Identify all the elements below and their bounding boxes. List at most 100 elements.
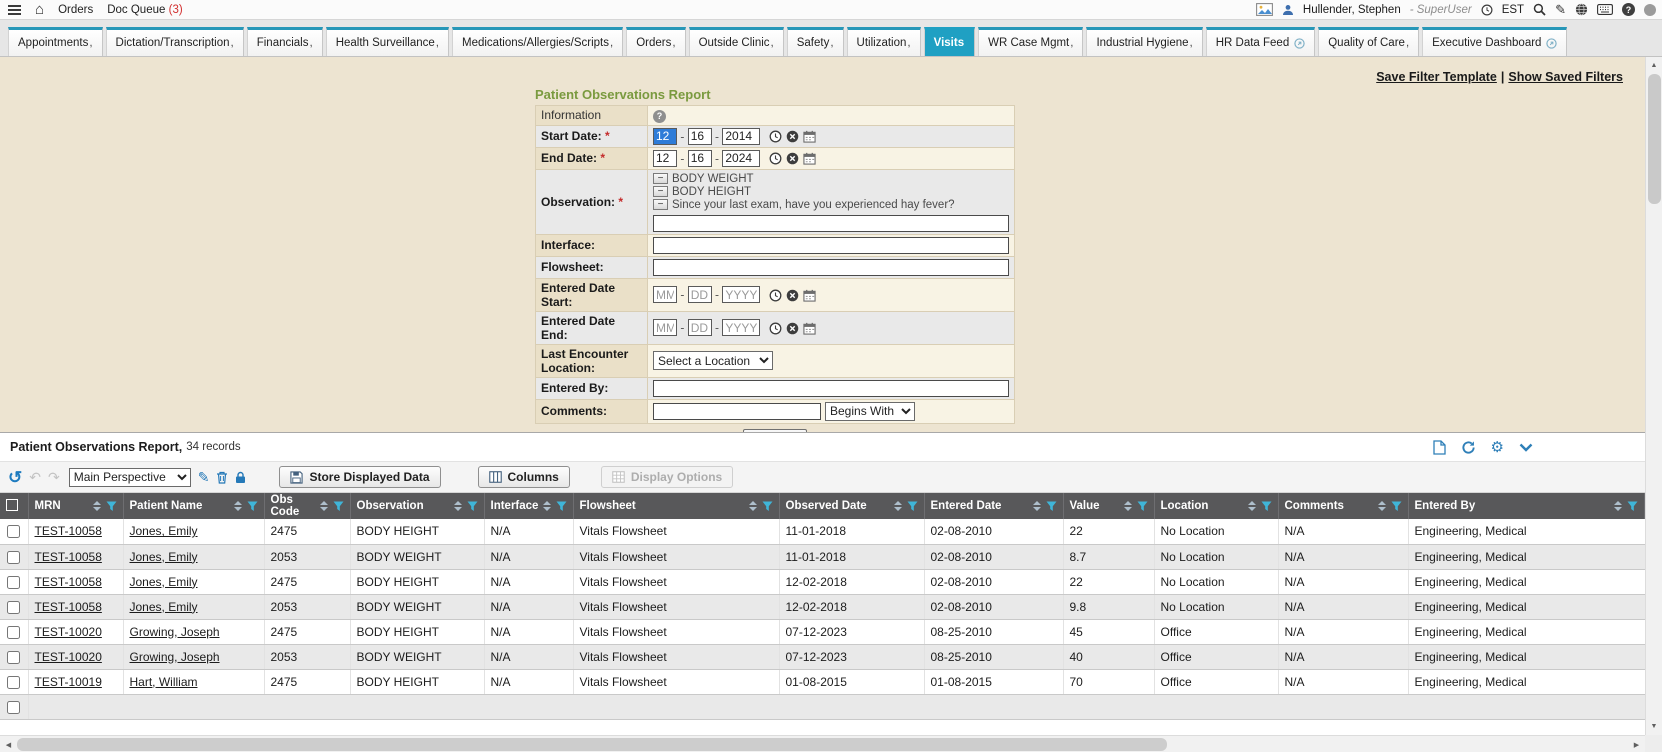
doc-queue-link[interactable]: Doc Queue (3) (107, 4, 182, 16)
mrn-link[interactable]: TEST-10058 (35, 550, 102, 564)
remove-observation-button[interactable]: − (653, 186, 668, 197)
undo-icon[interactable]: ↶ (29, 470, 41, 484)
current-time-icon[interactable] (769, 322, 782, 335)
flowsheet-input[interactable] (653, 259, 1009, 276)
filter-funnel-icon[interactable] (907, 501, 918, 512)
horizontal-scrollbar[interactable]: ◀ ▶ (0, 735, 1645, 752)
sort-icon[interactable] (1248, 501, 1256, 511)
help-icon[interactable]: ? (1622, 3, 1635, 16)
column-header[interactable]: Patient Name (123, 493, 264, 519)
filter-funnel-icon[interactable] (333, 501, 344, 512)
columns-button[interactable]: Columns (478, 466, 570, 488)
mrn-link[interactable]: TEST-10058 (35, 524, 102, 538)
clear-date-icon[interactable] (786, 322, 799, 335)
sort-icon[interactable] (93, 501, 101, 511)
scroll-down-arrow[interactable]: ▼ (1646, 718, 1662, 735)
filter-funnel-icon[interactable] (247, 501, 258, 512)
patient-name-link[interactable]: Jones, Emily (130, 524, 198, 538)
sort-icon[interactable] (320, 501, 328, 511)
column-header[interactable]: Flowsheet (573, 493, 779, 519)
home-icon[interactable]: ⌂ (35, 2, 44, 17)
sort-icon[interactable] (1124, 501, 1132, 511)
row-checkbox[interactable] (7, 525, 20, 538)
patient-name-link[interactable]: Jones, Emily (130, 550, 198, 564)
scroll-right-arrow[interactable]: ▶ (1628, 736, 1645, 753)
clock-icon[interactable] (1481, 4, 1493, 16)
user-name[interactable]: Hullender, Stephen (1303, 4, 1401, 16)
row-checkbox[interactable] (7, 601, 20, 614)
column-header[interactable]: Location (1154, 493, 1278, 519)
tab[interactable]: Industrial Hygiene, (1086, 27, 1202, 56)
tab[interactable]: Health Surveillance, (326, 27, 449, 56)
mrn-link[interactable]: TEST-10019 (35, 675, 102, 689)
tab[interactable]: Executive Dashboard (1422, 27, 1567, 56)
mrn-link[interactable]: TEST-10058 (35, 600, 102, 614)
calendar-icon[interactable] (803, 130, 816, 143)
sort-icon[interactable] (454, 501, 462, 511)
mrn-link[interactable]: TEST-10058 (35, 575, 102, 589)
reset-icon[interactable]: ↺ (8, 469, 22, 486)
filter-funnel-icon[interactable] (1627, 501, 1638, 512)
search-icon[interactable] (1533, 3, 1546, 16)
remove-observation-button[interactable]: − (653, 199, 668, 210)
location-select[interactable]: Select a Location (653, 351, 773, 370)
column-header[interactable]: Value (1063, 493, 1154, 519)
tab[interactable]: Safety, (787, 27, 844, 56)
filter-funnel-icon[interactable] (106, 501, 117, 512)
mrn-link[interactable]: TEST-10020 (35, 650, 102, 664)
entered-date-end-month-input[interactable] (653, 319, 677, 336)
scroll-left-arrow[interactable]: ◀ (0, 736, 17, 753)
interface-input[interactable] (653, 237, 1009, 254)
column-header[interactable]: MRN (28, 493, 123, 519)
show-saved-filters-link[interactable]: Show Saved Filters (1508, 70, 1623, 84)
current-time-icon[interactable] (769, 289, 782, 302)
tab[interactable]: Medications/Allergies/Scripts, (452, 27, 623, 56)
menu-icon[interactable] (8, 5, 21, 15)
tab[interactable]: Orders, (626, 27, 685, 56)
entered-date-end-year-input[interactable] (722, 319, 760, 336)
tab[interactable]: Utilization, (847, 27, 921, 56)
observation-search-input[interactable] (653, 215, 1009, 232)
filter-funnel-icon[interactable] (556, 501, 567, 512)
column-header[interactable]: Entered By (1408, 493, 1645, 519)
filter-funnel-icon[interactable] (1046, 501, 1057, 512)
tab[interactable]: WR Case Mgmt, (978, 27, 1083, 56)
current-time-icon[interactable] (769, 152, 782, 165)
user-icon[interactable] (1282, 4, 1294, 16)
column-header[interactable]: Entered Date (924, 493, 1063, 519)
tab[interactable]: Appointments, (8, 27, 103, 56)
tab[interactable]: Outside Clinic, (689, 27, 784, 56)
sort-icon[interactable] (894, 501, 902, 511)
delete-perspective-icon[interactable] (216, 471, 228, 484)
information-help-icon[interactable]: ? (653, 110, 666, 123)
globe-icon[interactable] (1575, 3, 1588, 16)
patient-name-link[interactable]: Jones, Emily (130, 575, 198, 589)
save-filter-template-link[interactable]: Save Filter Template (1376, 70, 1497, 84)
end-date-year-input[interactable] (722, 150, 760, 167)
row-checkbox[interactable] (7, 676, 20, 689)
sort-icon[interactable] (543, 501, 551, 511)
patient-name-link[interactable]: Hart, William (130, 675, 198, 689)
filter-funnel-icon[interactable] (467, 501, 478, 512)
vertical-scroll-thumb[interactable] (1648, 74, 1661, 204)
end-date-month-input[interactable] (653, 150, 677, 167)
tab[interactable]: HR Data Feed (1206, 27, 1316, 56)
filter-funnel-icon[interactable] (1261, 501, 1272, 512)
screenshot-image-icon[interactable] (1256, 3, 1273, 16)
column-header[interactable]: Comments (1278, 493, 1408, 519)
lock-icon[interactable] (235, 471, 246, 484)
entered-date-end-day-input[interactable] (688, 319, 712, 336)
start-date-month-input[interactable] (653, 128, 677, 145)
mrn-link[interactable]: TEST-10020 (35, 625, 102, 639)
entered-date-start-month-input[interactable] (653, 286, 677, 303)
entered-date-start-year-input[interactable] (722, 286, 760, 303)
filter-funnel-icon[interactable] (1391, 501, 1402, 512)
column-header[interactable]: Observed Date (779, 493, 924, 519)
refresh-icon[interactable] (1461, 440, 1476, 455)
patient-name-link[interactable]: Jones, Emily (130, 600, 198, 614)
export-document-icon[interactable] (1433, 440, 1446, 455)
column-header[interactable]: Obs Code (264, 493, 350, 519)
sort-icon[interactable] (234, 501, 242, 511)
keyboard-icon[interactable] (1597, 4, 1613, 15)
clear-date-icon[interactable] (786, 152, 799, 165)
